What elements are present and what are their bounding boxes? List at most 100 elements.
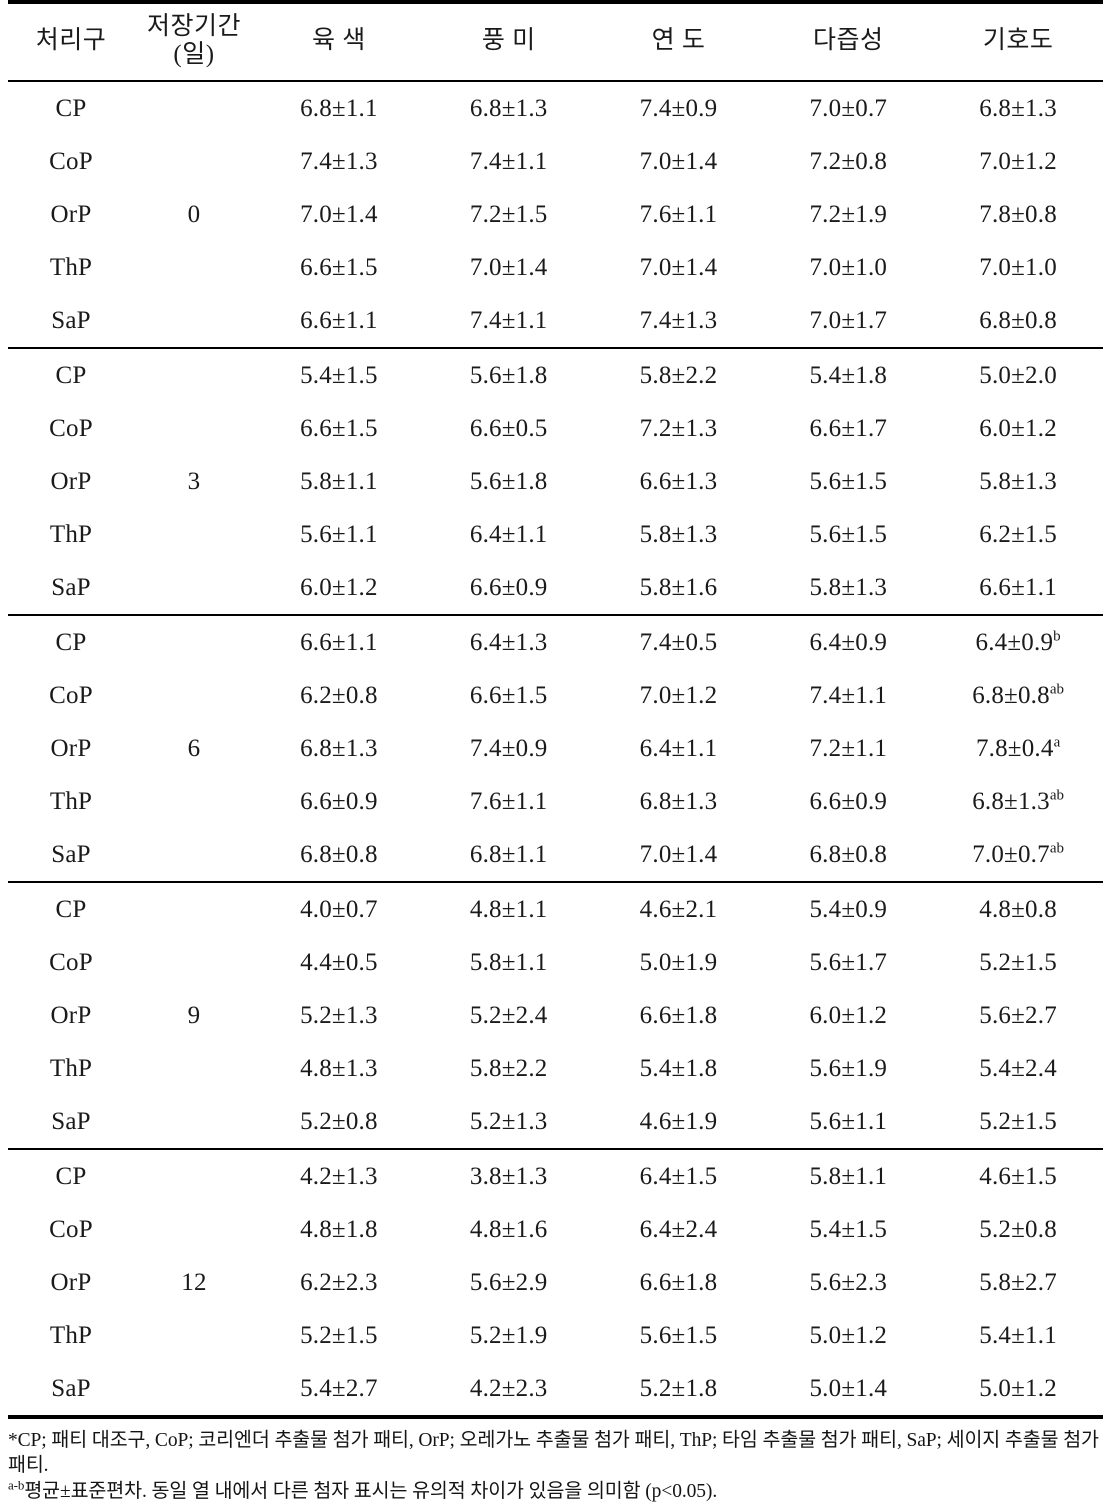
cell-meat-color: 5.6±1.1 (300, 520, 378, 548)
cell-overall: 4.8±0.8 (933, 881, 1103, 936)
cell-tenderness: 4.6±1.9 (639, 1107, 718, 1135)
cell-juiciness: 6.6±1.7 (809, 414, 888, 442)
cell-meat-color: 6.6±1.1 (254, 614, 424, 669)
cell-treatment: ThP (49, 787, 93, 815)
cell-treatment: OrP (50, 1001, 92, 1029)
cell-tenderness: 5.0±1.9 (639, 948, 718, 976)
cell-overall: 6.8±0.8ab (933, 669, 1103, 722)
column-header-juiciness-label: 다즙성 (813, 27, 884, 54)
cell-meat-color: 7.4±1.3 (300, 147, 378, 175)
cell-tenderness: 7.6±1.1 (639, 200, 718, 228)
cell-tenderness: 7.0±1.4 (639, 253, 718, 281)
cell-treatment: CoP (49, 414, 93, 442)
cell-overall-value: 7.8±0.8 (979, 200, 1057, 228)
table-row: OrP 6 6.8±1.3 7.4±0.9 6.4±1.1 7.2±1.1 7.8±0.4a (8, 722, 1103, 775)
cell-juiciness: 5.6±1.1 (809, 1107, 888, 1135)
cell-overall-superscript: ab (1049, 840, 1064, 857)
cell-meat-color: 4.4±0.5 (300, 948, 378, 976)
cell-treatment: ThP (49, 1054, 93, 1082)
cell-tenderness: 5.2±1.8 (593, 1362, 764, 1419)
cell-overall-value: 7.8±0.4 (975, 734, 1054, 762)
cell-flavor: 7.4±1.1 (469, 147, 548, 175)
cell-tenderness: 7.0±1.2 (639, 681, 718, 709)
sensory-evaluation-table: 처리구 저장기간 (일) 육 색 풍 미 연 도 다즙성 기호도 CP 6.8±… (8, 0, 1103, 1419)
cell-meat-color: 4.2±1.3 (254, 1148, 424, 1203)
cell-overall-value: 5.2±0.8 (979, 1215, 1057, 1243)
table-row: CoP 6.6±1.5 6.6±0.5 7.2±1.3 6.6±1.7 6.0±1.2 (8, 402, 1103, 455)
cell-overall: 5.4±2.4 (933, 1042, 1103, 1095)
cell-tenderness: 6.6±1.8 (639, 1268, 718, 1296)
cell-overall: 6.6±1.1 (933, 561, 1103, 615)
cell-tenderness: 6.6±1.8 (639, 1001, 718, 1029)
table-sheet: 처리구 저장기간 (일) 육 색 풍 미 연 도 다즙성 기호도 CP 6.8±… (0, 0, 1111, 1502)
cell-meat-color: 5.8±1.1 (300, 467, 378, 495)
footnote-statistics: a-b평균±표준편차. 동일 열 내에서 다른 첨자 표시는 유의적 차이가 있… (8, 1477, 1103, 1504)
table-row: CoP 7.4±1.3 7.4±1.1 7.0±1.4 7.2±0.8 7.0±1.2 (8, 135, 1103, 188)
cell-overall: 5.8±1.3 (933, 455, 1103, 508)
table-row: OrP 3 5.8±1.1 5.6±1.8 6.6±1.3 5.6±1.5 5.8±1.3 (8, 455, 1103, 508)
cell-treatment: OrP (50, 200, 92, 228)
cell-flavor: 6.4±1.1 (469, 520, 548, 548)
cell-overall-value: 5.6±2.7 (979, 1001, 1057, 1029)
table-row: CP 6.8±1.1 6.8±1.3 7.4±0.9 7.0±0.7 6.8±1.3 (8, 81, 1103, 135)
cell-storage-days (134, 881, 254, 936)
table-row: SaP 5.2±0.8 5.2±1.3 4.6±1.9 5.6±1.1 5.2±1.5 (8, 1095, 1103, 1149)
table-row: CoP 4.8±1.8 4.8±1.6 6.4±2.4 5.4±1.5 5.2±0.8 (8, 1203, 1103, 1256)
footnote-superscript-range: a-b (8, 1477, 25, 1493)
cell-overall-value: 6.8±0.8 (972, 681, 1050, 709)
cell-tenderness: 7.0±1.4 (639, 840, 718, 868)
cell-flavor: 4.2±2.3 (423, 1362, 594, 1419)
cell-juiciness: 7.0±1.7 (809, 306, 888, 334)
column-header-treatment: 처리구 (8, 0, 134, 82)
cell-treatment: CoP (49, 681, 93, 709)
cell-meat-color: 5.2±1.5 (300, 1321, 378, 1349)
cell-storage-days (134, 936, 254, 989)
cell-overall-superscript: b (1053, 628, 1061, 645)
cell-storage-days (134, 1148, 254, 1203)
cell-overall: 5.0±1.2 (933, 1362, 1103, 1419)
cell-storage-days (134, 1203, 254, 1256)
table-row: SaP 6.0±1.2 6.6±0.9 5.8±1.6 5.8±1.3 6.6±1.1 (8, 561, 1103, 615)
cell-overall: 5.6±2.7 (933, 989, 1103, 1042)
cell-overall-value: 5.0±2.0 (979, 361, 1057, 389)
table-row: CoP 4.4±0.5 5.8±1.1 5.0±1.9 5.6±1.7 5.2±1.5 (8, 936, 1103, 989)
cell-flavor: 6.8±1.3 (469, 94, 548, 122)
cell-overall-value: 6.0±1.2 (979, 414, 1057, 442)
cell-overall-superscript: ab (1049, 681, 1064, 698)
cell-treatment: SaP (51, 573, 91, 601)
table-row: OrP 12 6.2±2.3 5.6±2.9 6.6±1.8 5.6±2.3 5.8±2.7 (8, 1256, 1103, 1309)
column-header-overall-acceptability: 기호도 (933, 0, 1103, 82)
table-row: CP 4.0±0.7 4.8±1.1 4.6±2.1 5.4±0.9 4.8±0.8 (8, 881, 1103, 936)
cell-overall-value: 4.8±0.8 (979, 895, 1057, 923)
column-header-treatment-label: 처리구 (35, 27, 107, 54)
cell-treatment: CP (8, 614, 134, 669)
cell-storage-days (134, 347, 254, 402)
cell-overall: 6.0±1.2 (933, 402, 1103, 455)
table-row: CP 4.2±1.3 3.8±1.3 6.4±1.5 5.8±1.1 4.6±1.5 (8, 1148, 1103, 1203)
cell-tenderness: 6.8±1.3 (639, 787, 718, 815)
table-row: OrP 9 5.2±1.3 5.2±2.4 6.6±1.8 6.0±1.2 5.6±2.7 (8, 989, 1103, 1042)
cell-flavor: 5.8±1.1 (469, 948, 548, 976)
cell-juiciness: 7.4±1.1 (809, 681, 888, 709)
table-row: SaP 5.4±2.7 4.2±2.3 5.2±1.8 5.0±1.4 5.0±1.2 (8, 1362, 1103, 1419)
cell-overall: 7.0±0.7ab (933, 828, 1103, 882)
cell-overall-value: 6.8±0.8 (979, 306, 1057, 334)
cell-meat-color: 6.2±0.8 (300, 681, 378, 709)
footnote-statistics-text: 평균±표준편차. 동일 열 내에서 다른 첨자 표시는 유의적 차이가 있음을 … (24, 1480, 718, 1502)
column-header-storage-days-line1: 저장기간 (146, 13, 241, 40)
cell-treatment: CoP (49, 147, 93, 175)
cell-overall: 5.2±1.5 (933, 1095, 1103, 1149)
cell-flavor: 5.6±1.8 (469, 467, 548, 495)
cell-overall-value: 5.0±1.2 (979, 1374, 1057, 1402)
cell-storage-days (134, 508, 254, 561)
table-head: 처리구 저장기간 (일) 육 색 풍 미 연 도 다즙성 기호도 (8, 0, 1103, 82)
table-row: SaP 6.6±1.1 7.4±1.1 7.4±1.3 7.0±1.7 6.8±0.8 (8, 294, 1103, 348)
cell-flavor: 6.4±1.3 (423, 614, 594, 669)
cell-juiciness: 5.8±1.1 (763, 1148, 934, 1203)
table-row: OrP 0 7.0±1.4 7.2±1.5 7.6±1.1 7.2±1.9 7.8±0.8 (8, 188, 1103, 241)
cell-overall: 5.4±1.1 (933, 1309, 1103, 1362)
cell-treatment: ThP (49, 520, 93, 548)
cell-juiciness: 7.0±0.7 (809, 94, 888, 122)
cell-treatment: CP (55, 94, 87, 122)
cell-overall: 5.2±1.5 (933, 936, 1103, 989)
